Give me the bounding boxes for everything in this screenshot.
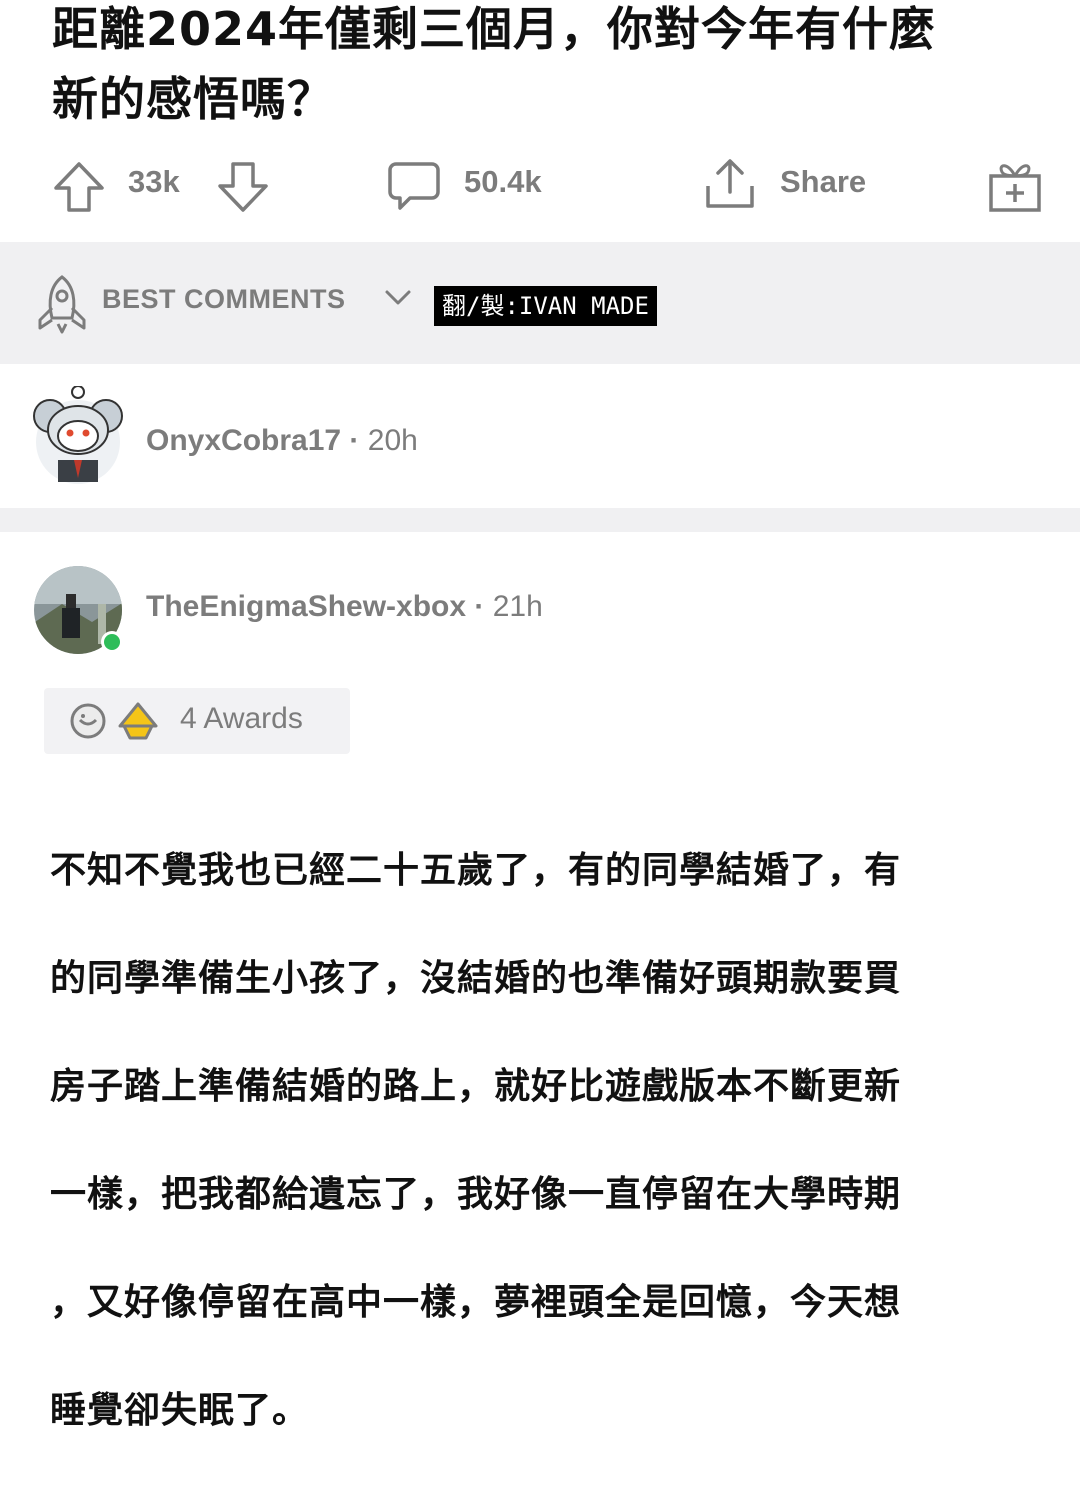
username[interactable]: TheEnigmaShew-xbox [146, 590, 466, 623]
chevron-down-icon[interactable] [384, 288, 412, 312]
comment-line: 一樣，把我都給遺忘了，我好像一直停留在大學時期 [50, 1174, 902, 1215]
awards-badge[interactable]: 4 Awards [44, 688, 350, 754]
comment-line: 房子踏上準備結婚的路上，就好比遊戲版本不斷更新 [50, 1066, 902, 1107]
comment-count: 50.4k [464, 164, 542, 199]
comment-line: 不知不覺我也已經二十五歲了，有的同學結婚了，有 [50, 850, 902, 891]
post-title-line-2: 新的感悟嗎？ [52, 72, 334, 126]
online-status-icon [101, 631, 123, 653]
comment-sort-bar: BEST COMMENTS 翻/製:IVAN MADE [0, 242, 1080, 364]
comment-author[interactable]: OnyxCobra17 · 20h [146, 424, 418, 458]
comment-bubble-icon[interactable] [386, 158, 442, 218]
share-label[interactable]: Share [780, 164, 866, 200]
post-title: 距離2024年僅剩三個月，你對今年有什麼 新的感悟嗎？ [52, 0, 1052, 134]
downvote-arrow-icon[interactable] [216, 160, 270, 218]
upvote-count: 33k [128, 164, 180, 199]
post-action-bar: 33k 50.4k Share [0, 150, 1080, 230]
avatar[interactable] [32, 564, 123, 654]
comment-divider [0, 508, 1080, 532]
silver-award-icon [118, 702, 158, 740]
comment-line: 的同學準備生小孩了，沒結婚的也準備好頭期款要買 [50, 958, 902, 999]
comment-line: 睡覺卻失眠了。 [50, 1390, 310, 1431]
comment-header: OnyxCobra17 · 20h [0, 380, 1080, 490]
separator-dot: · [349, 424, 360, 457]
watermark-label: 翻/製:IVAN MADE [434, 286, 657, 326]
comment-line: ，又好像停留在高中一樣，夢裡頭全是回憶，今天想 [50, 1282, 902, 1323]
awards-count: 4 Awards [180, 702, 303, 735]
sort-label[interactable]: BEST COMMENTS [102, 284, 346, 315]
separator-dot: · [474, 590, 485, 623]
gift-award-icon[interactable] [986, 156, 1044, 218]
comment-body: 不知不覺我也已經二十五歲了，有的同學結婚了，有 的同學準備生小孩了，沒結婚的也準… [50, 790, 1020, 1492]
avatar[interactable] [32, 385, 123, 484]
upvote-arrow-icon[interactable] [52, 160, 106, 218]
comment-age: 21h [492, 590, 543, 623]
share-icon[interactable] [702, 156, 758, 216]
award-icons [70, 702, 158, 740]
comment-author[interactable]: TheEnigmaShew-xbox · 21h [146, 590, 543, 624]
username[interactable]: OnyxCobra17 [146, 424, 341, 457]
comment-age: 20h [367, 424, 418, 457]
post-title-line-1: 距離2024年僅剩三個月，你對今年有什麼 [52, 2, 937, 56]
rocket-icon [34, 274, 90, 338]
comment-header: TheEnigmaShew-xbox · 21h [0, 556, 1080, 666]
helpful-award-icon [70, 703, 106, 739]
